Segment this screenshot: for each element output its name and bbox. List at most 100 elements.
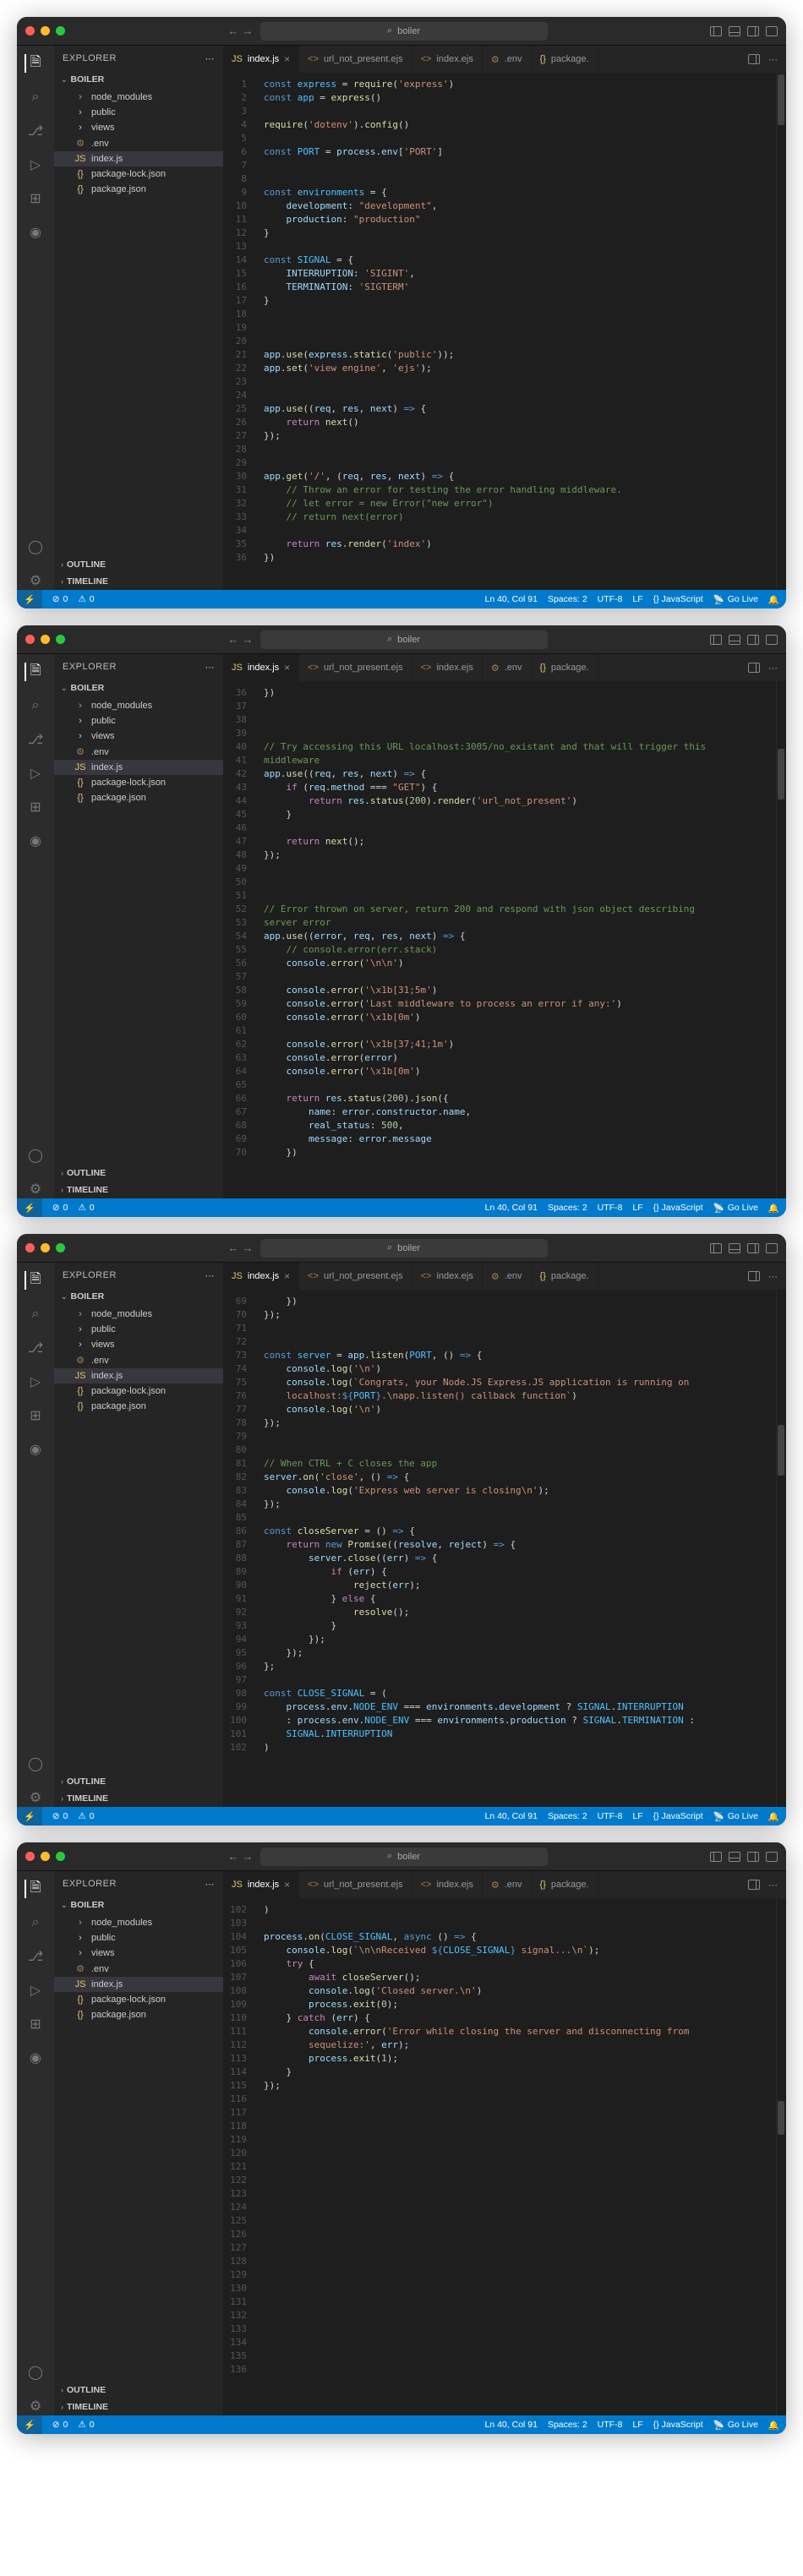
nav-back-icon[interactable]: ← bbox=[228, 25, 239, 37]
code-line[interactable]: const CLOSE_SIGNAL = ( bbox=[264, 1687, 776, 1700]
cursor-position[interactable]: Ln 40, Col 91 bbox=[485, 594, 538, 604]
toggle-secondary-icon[interactable] bbox=[747, 1243, 759, 1253]
file-item[interactable]: ›views bbox=[54, 1337, 223, 1352]
test-icon[interactable]: ◉ bbox=[26, 832, 45, 850]
code-line[interactable]: SIGNAL.INTERRUPTION bbox=[264, 1727, 776, 1741]
extensions-icon[interactable]: ⊞ bbox=[26, 798, 45, 816]
code-line[interactable]: message: error.message bbox=[264, 1132, 776, 1146]
code-line[interactable] bbox=[264, 105, 776, 118]
notifications-icon[interactable]: 🔔 bbox=[768, 594, 779, 605]
nav-back-icon[interactable]: ← bbox=[228, 1242, 239, 1254]
minimap-thumb[interactable] bbox=[778, 749, 784, 800]
file-item[interactable]: ›public bbox=[54, 105, 223, 120]
code-line[interactable]: console.log('\n') bbox=[264, 1403, 776, 1416]
code-line[interactable]: process.exit(1); bbox=[264, 2052, 776, 2066]
minimize-window[interactable] bbox=[41, 635, 50, 644]
code-line[interactable]: middleware bbox=[264, 754, 776, 767]
code-line[interactable]: } catch (err) { bbox=[264, 2011, 776, 2025]
file-item[interactable]: ›node_modules bbox=[54, 698, 223, 713]
go-live[interactable]: 📡 Go Live bbox=[713, 594, 758, 605]
nav-back-icon[interactable]: ← bbox=[228, 633, 239, 646]
close-icon[interactable]: × bbox=[284, 662, 290, 674]
file-item[interactable]: {}package.json bbox=[54, 182, 223, 197]
settings-icon[interactable]: ⚙ bbox=[26, 1180, 45, 1198]
command-center[interactable]: ⌕ boiler bbox=[260, 1847, 548, 1866]
code-line[interactable] bbox=[264, 889, 776, 903]
code-line[interactable]: return res.render('index') bbox=[264, 538, 776, 551]
nav-forward-icon[interactable]: → bbox=[243, 1850, 254, 1863]
code-line[interactable]: app.use((req, res, next) => { bbox=[264, 402, 776, 416]
file-item[interactable]: ›node_modules bbox=[54, 1307, 223, 1322]
indent[interactable]: Spaces: 2 bbox=[548, 2420, 587, 2430]
code-line[interactable]: } bbox=[264, 226, 776, 240]
editor-tab[interactable]: {}package. bbox=[532, 1871, 598, 1898]
minimap[interactable] bbox=[776, 1290, 786, 1807]
code-line[interactable]: console.error(error) bbox=[264, 1051, 776, 1065]
file-item[interactable]: ⚙.env bbox=[54, 1961, 223, 1977]
eol[interactable]: LF bbox=[632, 1203, 642, 1213]
go-live[interactable]: 📡 Go Live bbox=[713, 1203, 758, 1214]
command-center[interactable]: ⌕ boiler bbox=[260, 1239, 548, 1258]
code-line[interactable] bbox=[264, 2201, 776, 2214]
warnings[interactable]: ⚠ 0 bbox=[78, 1811, 94, 1821]
code-line[interactable]: process.env.NODE_ENV === environments.de… bbox=[264, 1700, 776, 1714]
code-line[interactable] bbox=[264, 1430, 776, 1444]
maximize-window[interactable] bbox=[56, 635, 65, 644]
code-line[interactable]: if (err) { bbox=[264, 1565, 776, 1579]
eol[interactable]: LF bbox=[632, 2420, 642, 2430]
code-line[interactable]: TERMINATION: 'SIGTERM' bbox=[264, 281, 776, 294]
code-line[interactable]: } bbox=[264, 2066, 776, 2079]
toggle-panel-icon[interactable] bbox=[729, 26, 740, 36]
file-item[interactable]: ›public bbox=[54, 1322, 223, 1337]
notifications-icon[interactable]: 🔔 bbox=[768, 2420, 779, 2431]
minimap[interactable] bbox=[776, 73, 786, 590]
editor-tab[interactable]: JSindex.js× bbox=[223, 1871, 299, 1898]
warnings[interactable]: ⚠ 0 bbox=[78, 1203, 94, 1213]
code-line[interactable]: // Throw an error for testing the error … bbox=[264, 483, 776, 497]
code-line[interactable]: }); bbox=[264, 2079, 776, 2093]
code-line[interactable] bbox=[264, 2214, 776, 2228]
editor-tab[interactable]: {}package. bbox=[532, 654, 598, 681]
code-line[interactable]: console.log(`Congrats, your Node.JS Expr… bbox=[264, 1376, 776, 1389]
project-title[interactable]: ⌄BOILER bbox=[54, 679, 223, 696]
code-line[interactable]: } else { bbox=[264, 1592, 776, 1606]
close-icon[interactable]: × bbox=[284, 1879, 290, 1891]
code-line[interactable]: }); bbox=[264, 849, 776, 862]
code-area[interactable]: const express = require('express')const … bbox=[255, 73, 776, 590]
editor-tab[interactable]: {}package. bbox=[532, 1263, 598, 1290]
code-line[interactable]: await closeServer(); bbox=[264, 1971, 776, 1984]
timeline-section[interactable]: ›TIMELINE bbox=[54, 1790, 223, 1807]
code-line[interactable] bbox=[264, 2363, 776, 2377]
editor-tab[interactable]: ⚙.env bbox=[483, 654, 532, 681]
code-line[interactable] bbox=[264, 2350, 776, 2363]
toggle-sidebar-icon[interactable] bbox=[710, 635, 722, 645]
code-line[interactable]: ) bbox=[264, 1903, 776, 1917]
code-line[interactable] bbox=[264, 375, 776, 389]
file-item[interactable]: ›views bbox=[54, 1946, 223, 1961]
code-line[interactable]: }); bbox=[264, 1308, 776, 1322]
code-line[interactable]: // Try accessing this URL localhost:3005… bbox=[264, 740, 776, 754]
toggle-sidebar-icon[interactable] bbox=[710, 26, 722, 36]
remote-indicator[interactable]: ⚡ bbox=[17, 1198, 42, 1217]
toggle-sidebar-icon[interactable] bbox=[710, 1852, 722, 1862]
account-icon[interactable]: ◯ bbox=[26, 538, 45, 556]
timeline-section[interactable]: ›TIMELINE bbox=[54, 573, 223, 590]
editor-tab[interactable]: JSindex.js× bbox=[223, 654, 299, 681]
code-line[interactable]: } bbox=[264, 1619, 776, 1633]
file-item[interactable]: ›views bbox=[54, 729, 223, 744]
editor-tab[interactable]: {}package. bbox=[532, 46, 598, 73]
code-line[interactable]: real_status: 500, bbox=[264, 1119, 776, 1132]
code-line[interactable] bbox=[264, 2295, 776, 2309]
test-icon[interactable]: ◉ bbox=[26, 223, 45, 242]
settings-icon[interactable]: ⚙ bbox=[26, 571, 45, 590]
code-line[interactable]: ) bbox=[264, 1741, 776, 1755]
code-line[interactable]: return new Promise((resolve, reject) => … bbox=[264, 1538, 776, 1552]
code-line[interactable] bbox=[264, 700, 776, 713]
more-icon[interactable]: ⋯ bbox=[768, 1271, 778, 1282]
code-line[interactable] bbox=[264, 2268, 776, 2282]
file-item[interactable]: ⚙.env bbox=[54, 744, 223, 760]
toggle-panel-icon[interactable] bbox=[729, 1243, 740, 1253]
code-line[interactable]: return res.status(200).json({ bbox=[264, 1092, 776, 1105]
code-line[interactable] bbox=[264, 727, 776, 740]
code-line[interactable] bbox=[264, 2228, 776, 2241]
